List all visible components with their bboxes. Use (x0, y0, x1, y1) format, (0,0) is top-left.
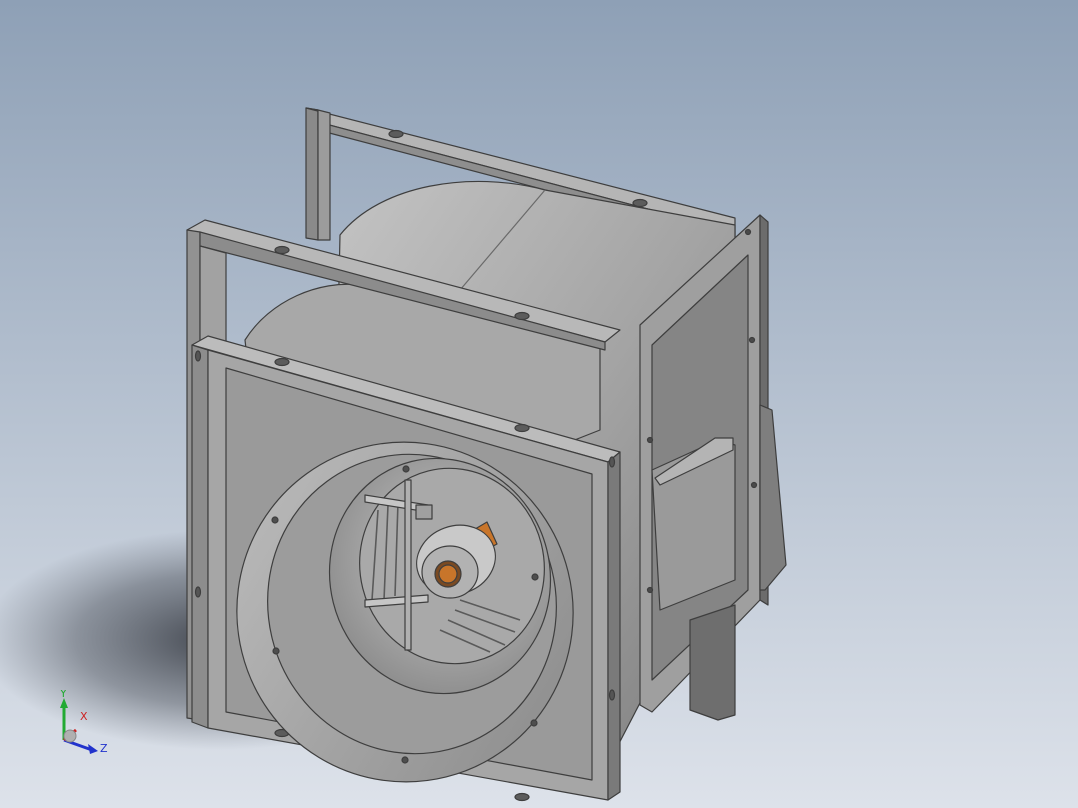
orientation-triad[interactable]: Y X Z (48, 690, 118, 760)
triad-origin (63, 729, 77, 743)
triad-z-label: Z (100, 742, 108, 755)
triad-y-label: Y (59, 690, 67, 700)
triad-z-arrow (88, 744, 98, 754)
cad-graphics-viewport[interactable]: Y X Z (0, 0, 1078, 808)
triad-x-label: X (80, 710, 88, 723)
fan-model-3d-view[interactable] (0, 0, 1078, 808)
